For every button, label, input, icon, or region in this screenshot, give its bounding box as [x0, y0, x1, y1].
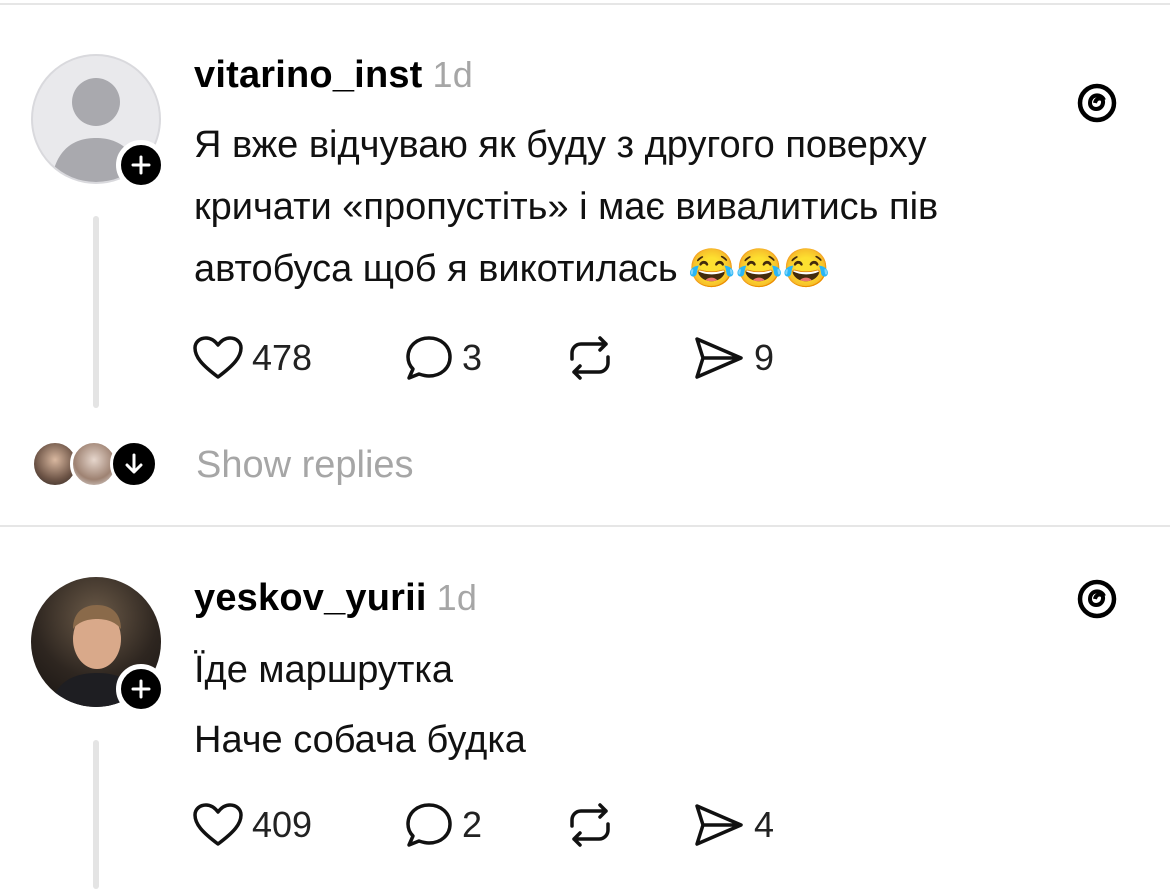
post-time: 1d	[432, 54, 473, 95]
repost-icon	[570, 336, 610, 380]
comment-icon	[406, 336, 452, 380]
like-count: 409	[252, 804, 313, 845]
show-replies-link[interactable]: Show replies	[196, 444, 414, 487]
content-line: Їде маршрутка	[194, 649, 454, 691]
send-icon	[695, 804, 743, 846]
send-icon	[695, 337, 743, 379]
plus-icon	[131, 155, 151, 175]
send-button[interactable]: 9	[692, 333, 774, 383]
comment-button[interactable]: 2	[404, 800, 482, 850]
username-text[interactable]: yeskov_yurii	[194, 577, 427, 619]
comment-icon	[406, 803, 452, 847]
like-button[interactable]: 478	[192, 333, 312, 383]
follow-button[interactable]	[116, 140, 166, 190]
send-button[interactable]: 4	[692, 800, 774, 850]
plus-icon	[131, 679, 151, 699]
repost-icon	[570, 803, 610, 847]
content-line: автобуса щоб я викотилась 😂😂😂	[194, 248, 831, 290]
post-content: Я вже відчуваю як буду з другого поверху…	[194, 114, 1144, 300]
post-time: 1d	[436, 577, 478, 618]
comment-count: 3	[462, 337, 483, 378]
top-divider	[0, 3, 1170, 5]
username[interactable]: yeskov_yurii 1d	[194, 577, 477, 620]
arrow-down-icon	[125, 453, 143, 474]
heart-icon	[193, 803, 243, 846]
share-count: 9	[754, 337, 775, 378]
post-actions: 478 3 9	[192, 333, 792, 383]
thread-line	[93, 740, 99, 889]
username[interactable]: vitarino_inst 1d	[194, 54, 473, 97]
share-count: 4	[754, 804, 775, 845]
comment-button[interactable]: 3	[404, 333, 482, 383]
threads-logo-icon[interactable]	[1072, 574, 1122, 624]
repost-button[interactable]	[564, 333, 616, 383]
thread-line	[93, 216, 99, 408]
follow-button[interactable]	[116, 664, 166, 714]
content-line: кричати «пропустіть» і має вивалитись пі…	[194, 186, 939, 228]
comment-count: 2	[462, 804, 483, 845]
like-button[interactable]: 409	[192, 800, 312, 850]
show-replies-toggle[interactable]	[110, 440, 158, 488]
repost-button[interactable]	[564, 800, 616, 850]
heart-icon	[193, 336, 243, 379]
content-line: Наче собача будка	[194, 719, 526, 761]
post-actions: 409 2 4	[192, 800, 792, 850]
post-content: Їде маршрутка Наче собача будка	[194, 635, 1144, 775]
username-text[interactable]: vitarino_inst	[194, 54, 423, 96]
content-line: Я вже відчуваю як буду з другого поверху	[194, 124, 927, 166]
like-count: 478	[252, 337, 313, 378]
post-divider	[0, 525, 1170, 527]
